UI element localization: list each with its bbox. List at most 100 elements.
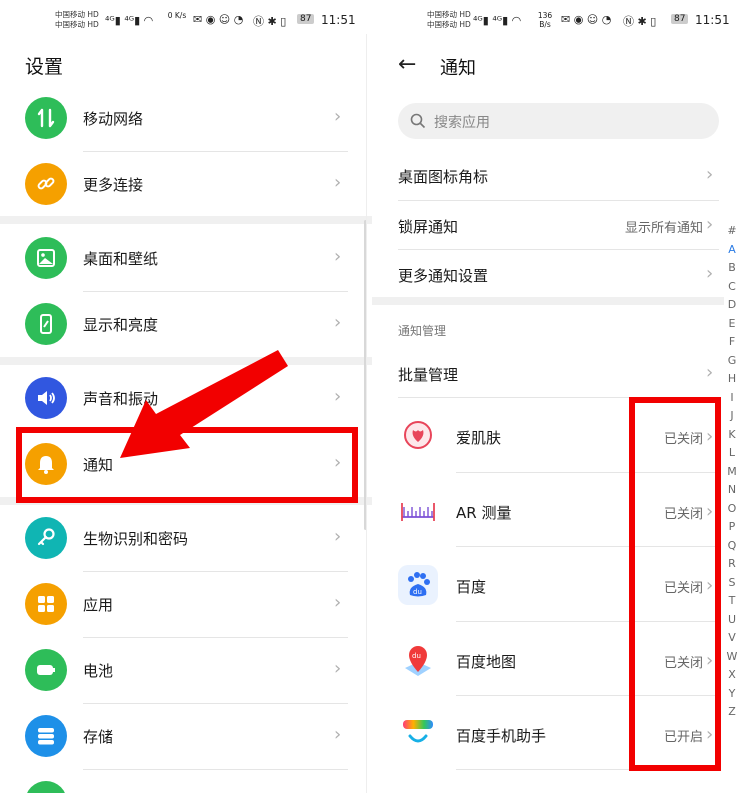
settings-item-storage[interactable]: 存储 › (0, 703, 370, 769)
alphabet-letter[interactable]: B (724, 259, 740, 278)
alphabet-letter[interactable]: Z (724, 703, 740, 722)
chevron-right-icon: › (334, 658, 342, 679)
settings-item-label: 应用 (83, 596, 114, 614)
alphabet-letter[interactable]: U (724, 611, 740, 630)
alphabet-letter[interactable]: W (724, 648, 740, 667)
settings-item-more-connections[interactable]: 更多连接 › (0, 151, 370, 217)
chevron-right-icon: › (334, 106, 342, 127)
alphabet-letter[interactable]: E (724, 315, 740, 334)
alphabet-letter[interactable]: S (724, 574, 740, 593)
back-arrow-icon[interactable]: ← (398, 52, 416, 77)
clock: 11:51 (321, 13, 356, 27)
chevron-right-icon: › (334, 386, 342, 407)
search-placeholder: 搜索应用 (434, 115, 490, 131)
section-gap (0, 216, 372, 224)
settings-item-mobile-network[interactable]: 移动网络 › (0, 85, 370, 151)
key-icon (25, 517, 67, 559)
chevron-right-icon: › (334, 172, 342, 193)
page-title: 设置 (25, 56, 64, 78)
baidu-maps-pin-icon: du (398, 640, 438, 680)
settings-item-label: 电池 (83, 662, 114, 680)
svg-text:du: du (412, 652, 421, 660)
settings-item-battery[interactable]: 电池 › (0, 637, 370, 703)
alphabet-letter[interactable]: R (724, 555, 740, 574)
image-icon (25, 237, 67, 279)
search-icon (410, 113, 426, 129)
storage-icon (25, 715, 67, 757)
alphabet-letter[interactable]: V (724, 629, 740, 648)
notification-icons: ✉ ◉ ☺ ◔ (561, 13, 612, 26)
settings-item-label: 生物识别和密码 (83, 530, 189, 548)
search-input[interactable]: 搜索应用 (398, 103, 719, 139)
carrier-info: 中国移动 HD 中国移动 HD (55, 10, 99, 30)
nfc-bluetooth-vibrate-icon: Ⓝ ✱ ▯ (623, 15, 657, 28)
panel-divider (366, 34, 367, 793)
alphabet-letter[interactable]: L (724, 444, 740, 463)
chevron-right-icon: › (334, 526, 342, 547)
alphabet-letter[interactable]: D (724, 296, 740, 315)
carrier-2: 中国移动 HD (427, 20, 471, 29)
carrier-1: 中国移动 HD (427, 10, 471, 19)
next-item-icon (25, 781, 67, 793)
aijifu-app-icon (398, 415, 438, 455)
settings-item-wallpaper[interactable]: 桌面和壁纸 › (0, 225, 370, 291)
notification-icons: ✉ ◉ ☺ ◔ (193, 13, 244, 26)
carrier-info: 中国移动 HD 中国移动 HD (427, 10, 471, 30)
alphabet-letter[interactable]: J (724, 407, 740, 426)
app-name: 爱肌肤 (456, 429, 502, 447)
signal-icon: ⁴ᴳ▮ ⁴ᴳ▮ ◠ (473, 14, 522, 27)
alphabet-letter[interactable]: X (724, 666, 740, 685)
alphabet-letter[interactable]: # (724, 222, 740, 241)
battery-indicator: 87 (671, 14, 689, 24)
chevron-right-icon: › (706, 263, 714, 284)
alphabet-letter[interactable]: A (724, 241, 740, 260)
baidu-paw-icon: du (398, 565, 438, 605)
chevron-right-icon: › (334, 246, 342, 267)
alphabet-letter[interactable]: Q (724, 537, 740, 556)
alphabet-index[interactable]: # A B C D E F G H I J K L M N O P Q R S T U V W X Y Z (724, 222, 740, 722)
battery-icon (25, 649, 67, 691)
battery-indicator: 87 (297, 14, 315, 24)
alphabet-letter[interactable]: N (724, 481, 740, 500)
settings-item-label: 存储 (83, 728, 114, 746)
phone-brightness-icon (25, 303, 67, 345)
app-name: 百度手机助手 (456, 727, 547, 745)
alphabet-letter[interactable]: K (724, 426, 740, 445)
alphabet-letter[interactable]: Y (724, 685, 740, 704)
settings-item-label: 桌面和壁纸 (83, 250, 159, 268)
option-value: 显示所有通知 (625, 221, 704, 236)
app-name: 百度地图 (456, 653, 517, 671)
mobile-data-icon (25, 97, 67, 139)
option-label: 锁屏通知 (398, 218, 459, 236)
chevron-right-icon: › (334, 724, 342, 745)
settings-item-biometrics[interactable]: 生物识别和密码 › (0, 505, 370, 571)
net-speed: 136 B/s (537, 11, 553, 29)
apps-grid-icon (25, 583, 67, 625)
chevron-right-icon: › (334, 592, 342, 613)
settings-item-label: 显示和亮度 (83, 316, 159, 334)
chevron-right-icon: › (706, 214, 714, 235)
page-title: 通知 (440, 58, 476, 79)
baidu-assistant-icon (398, 714, 438, 754)
settings-item-label: 更多连接 (83, 176, 144, 194)
nfc-bluetooth-vibrate-icon: Ⓝ ✱ ▯ (253, 15, 287, 28)
alphabet-letter[interactable]: T (724, 592, 740, 611)
chevron-right-icon: › (706, 362, 714, 383)
status-bar-right: 中国移动 HD 中国移动 HD ⁴ᴳ▮ ⁴ᴳ▮ ◠ 136 B/s ✉ ◉ ☺ … (427, 8, 730, 34)
annotation-arrow-icon (120, 350, 288, 458)
settings-item-apps[interactable]: 应用 › (0, 571, 370, 637)
signal-icon: ⁴ᴳ▮ ⁴ᴳ▮ ◠ (105, 14, 154, 27)
chevron-right-icon: › (706, 164, 714, 185)
alphabet-letter[interactable]: I (724, 389, 740, 408)
alphabet-letter[interactable]: G (724, 352, 740, 371)
alphabet-letter[interactable]: F (724, 333, 740, 352)
alphabet-letter[interactable]: M (724, 463, 740, 482)
alphabet-letter[interactable]: H (724, 370, 740, 389)
link-icon (25, 163, 67, 205)
alphabet-letter[interactable]: O (724, 500, 740, 519)
alphabet-letter[interactable]: C (724, 278, 740, 297)
app-name: AR 测量 (456, 504, 512, 522)
clock: 11:51 (695, 13, 730, 27)
alphabet-letter[interactable]: P (724, 518, 740, 537)
ruler-app-icon (398, 490, 438, 530)
